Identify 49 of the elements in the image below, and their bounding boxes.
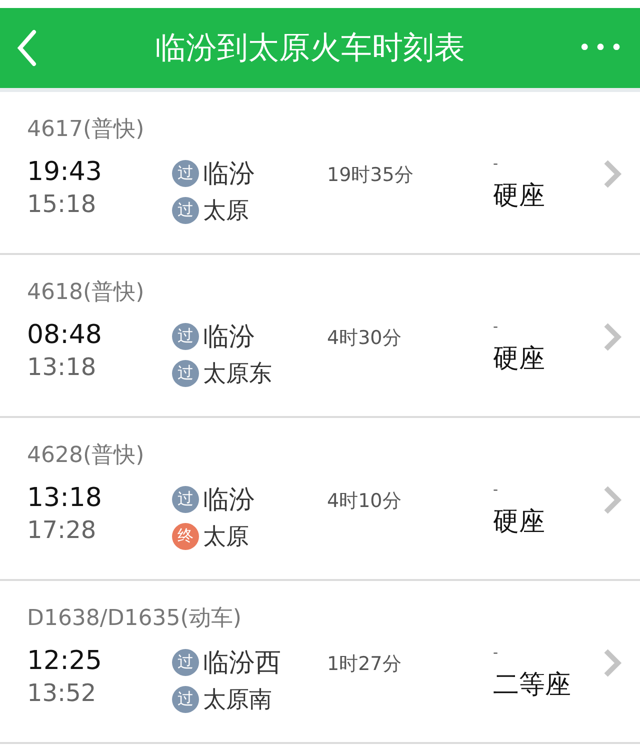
station-name: 临汾 xyxy=(203,158,255,191)
seat-type: 硬座 xyxy=(493,506,546,539)
seat-type: 二等座 xyxy=(493,669,572,702)
chevron-icon xyxy=(601,321,623,353)
station-name: 临汾西 xyxy=(203,647,281,680)
departure-time: 12:25 xyxy=(27,645,103,677)
station-name: 太原东 xyxy=(203,360,272,389)
arrival-time: 17:28 xyxy=(27,515,98,546)
duration: 19时35分 xyxy=(327,163,414,188)
price: - xyxy=(493,482,500,500)
station-name: 临汾 xyxy=(203,321,255,354)
train-number: 4618(普快) xyxy=(27,279,146,307)
station-badge: 终 xyxy=(172,523,199,550)
station-badge: 过 xyxy=(172,686,199,713)
arrival-time: 13:18 xyxy=(27,352,98,383)
price: - xyxy=(493,645,500,663)
departure-time: 19:43 xyxy=(27,156,103,188)
duration: 1时27分 xyxy=(327,652,402,677)
station-badge: 过 xyxy=(172,486,199,513)
arrival-time: 13:52 xyxy=(27,678,98,709)
station-badge: 过 xyxy=(172,649,199,676)
seat-type: 硬座 xyxy=(493,180,546,213)
train-card[interactable]: 4628(普快) 13:18 17:28 过 临汾 终 太原 4时10分 - 硬座 xyxy=(0,418,640,581)
station-badge: 过 xyxy=(172,323,199,350)
chevron-icon xyxy=(601,484,623,516)
train-card[interactable]: 4618(普快) 08:48 13:18 过 临汾 过 太原东 4时30分 - 硬座 xyxy=(0,255,640,418)
duration: 4时10分 xyxy=(327,489,402,514)
page-title: 临汾到太原火车时刻表 xyxy=(155,29,466,68)
departure-time: 13:18 xyxy=(27,482,103,514)
station-badge: 过 xyxy=(172,197,199,224)
train-card[interactable]: 4617(普快) 19:43 15:18 过 临汾 过 太原 19时35分 - 硬座 xyxy=(0,92,640,255)
station-badge: 过 xyxy=(172,160,199,187)
price: - xyxy=(493,156,500,174)
train-number: 4628(普快) xyxy=(27,442,146,470)
departure-time: 08:48 xyxy=(27,319,103,351)
train-card[interactable]: D1638/D1635(动车) 12:25 13:52 过 临汾西 过 太原南 1时27分 - 二等座 xyxy=(0,581,640,744)
train-number: 4617(普快) xyxy=(27,116,146,144)
station-badge: 过 xyxy=(172,360,199,387)
duration: 4时30分 xyxy=(327,326,402,351)
station-name: 太原南 xyxy=(203,686,272,715)
station-name: 太原 xyxy=(203,197,249,226)
chevron-icon xyxy=(601,158,623,190)
price: - xyxy=(493,319,500,337)
arrival-time: 15:18 xyxy=(27,189,98,220)
station-name: 太原 xyxy=(203,523,249,552)
chevron-icon xyxy=(601,647,623,679)
train-number: D1638/D1635(动车) xyxy=(27,605,242,633)
station-name: 临汾 xyxy=(203,484,255,517)
seat-type: 硬座 xyxy=(493,343,546,376)
